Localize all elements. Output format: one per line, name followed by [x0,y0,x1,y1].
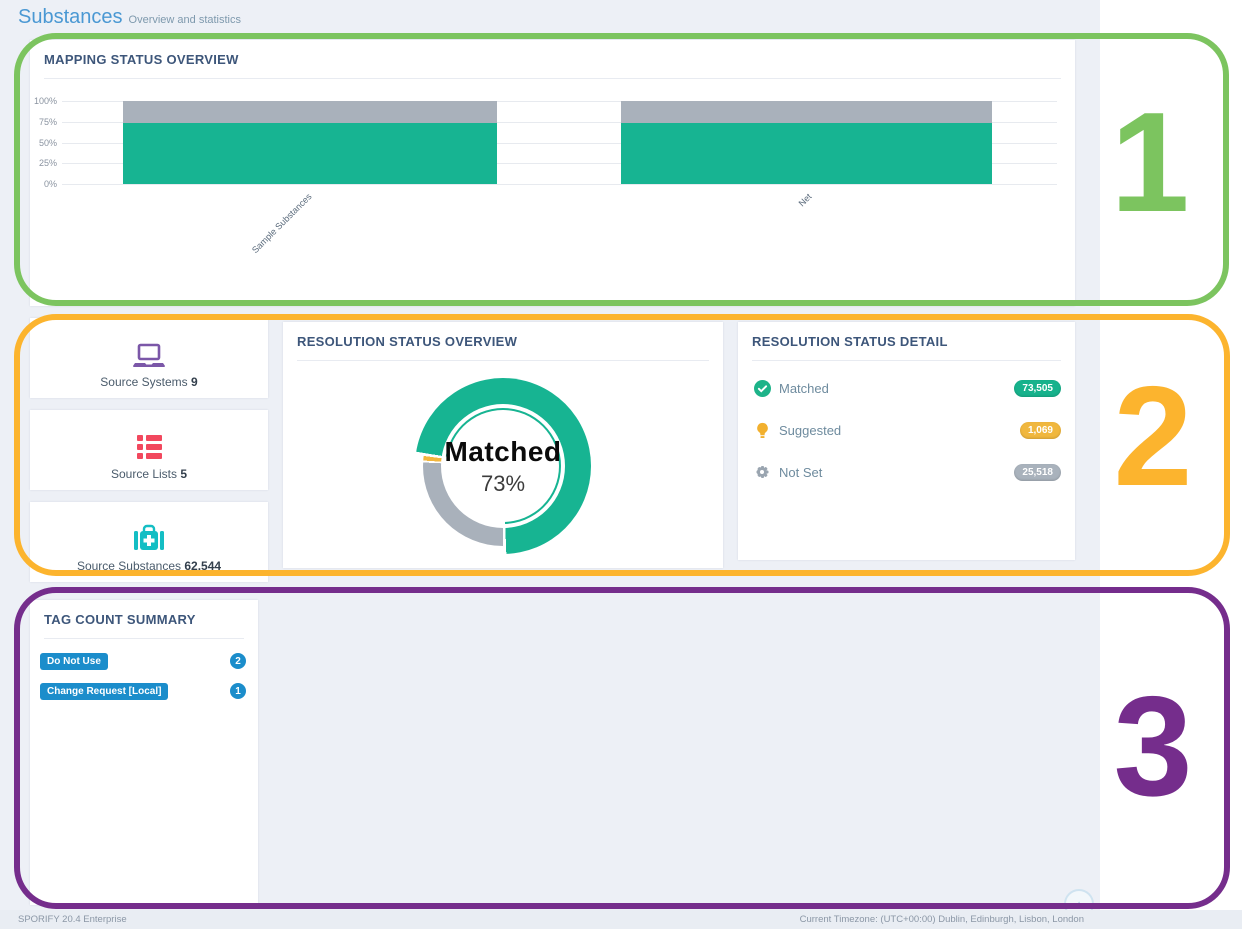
source-lists-card[interactable]: Source Lists 5 [30,410,268,490]
divider [752,360,1061,361]
do-not-use-count: 2 [230,653,246,669]
detail-row-matched: Matched 73,505 [754,378,1061,398]
resolution-status-detail-panel: RESOLUTION STATUS DETAIL Matched 73,505 … [738,322,1075,560]
donut-center-value: 73% [481,471,525,497]
resolution-detail-title: RESOLUTION STATUS DETAIL [752,334,948,349]
annotation-number-3: 3 [1098,676,1208,818]
mapping-status-panel: MAPPING STATUS OVERVIEW 100% 75% 50% 25%… [30,40,1075,306]
first-aid-kit-icon [30,502,268,554]
donut-center-text: Matched 73% [415,378,591,554]
detail-row-not-set: Not Set 25,518 [754,462,1061,482]
divider [44,638,244,639]
suggested-count-badge: 1,069 [1020,422,1061,439]
stacked-bar-net[interactable] [621,101,992,184]
detail-label: Matched [779,381,1014,396]
donut-center-label: Matched [444,436,561,468]
annotation-number-2: 2 [1098,366,1208,508]
card-label: Source Lists 5 [30,467,268,481]
page-subtitle: Overview and statistics [129,14,241,26]
substances-dashboard: Substances Overview and statistics MAPPIN… [0,0,1242,929]
divider [297,360,709,361]
resolution-status-overview-panel: RESOLUTION STATUS OVERVIEW Matched 73% [283,322,723,568]
detail-row-suggested: Suggested 1,069 [754,420,1061,440]
tag-summary-title: TAG COUNT SUMMARY [44,612,196,627]
gear-icon [754,464,771,481]
card-value: 9 [191,375,198,389]
gridline-0 [62,184,1057,185]
source-substances-card[interactable]: Source Substances 62.544 [30,502,268,582]
timezone-label: Current Timezone: (UTC+00:00) Dublin, Ed… [800,914,1084,925]
change-request-tag[interactable]: Change Request [Local] [40,683,168,700]
source-systems-card[interactable]: Source Systems 9 [30,318,268,398]
stacked-bar-sample-substances[interactable] [123,101,497,184]
footer: SPORIFY 20.4 Enterprise Current Timezone… [0,910,1242,929]
donut-chart[interactable]: Matched 73% [415,378,591,554]
laptop-icon [30,318,268,370]
x-axis-label-sample-substances: Sample Substances [250,191,314,255]
page-title: Substances [18,6,123,28]
resolution-overview-title: RESOLUTION STATUS OVERVIEW [297,334,517,349]
list-icon [30,410,268,462]
tag-count-summary-panel: TAG COUNT SUMMARY Do Not Use 2 Change Re… [30,600,258,905]
card-value: 62.544 [184,559,221,573]
divider [44,78,1061,79]
card-value: 5 [180,467,187,481]
matched-count-badge: 73,505 [1014,380,1061,397]
do-not-use-tag[interactable]: Do Not Use [40,653,108,670]
lightbulb-icon [754,422,771,439]
annotation-number-1: 1 [1095,92,1205,234]
mapping-status-title: MAPPING STATUS OVERVIEW [44,52,239,67]
card-label: Source Substances 62.544 [30,559,268,573]
check-circle-icon [754,380,771,397]
page-header: Substances Overview and statistics [18,6,241,29]
y-axis-tick-100: 100% [30,96,57,106]
app-version-label: SPORIFY 20.4 Enterprise [18,914,127,925]
detail-label: Not Set [779,465,1014,480]
card-label: Source Systems 9 [30,375,268,389]
y-axis-tick-75: 75% [30,117,57,127]
tag-row-do-not-use: Do Not Use 2 [40,652,246,670]
y-axis-tick-0: 0% [30,179,57,189]
change-request-count: 1 [230,683,246,699]
y-axis-tick-50: 50% [30,138,57,148]
y-axis-tick-25: 25% [30,158,57,168]
not-set-count-badge: 25,518 [1014,464,1061,481]
tag-row-change-request: Change Request [Local] 1 [40,682,246,700]
x-axis-label-net: Net [797,191,814,208]
detail-label: Suggested [779,423,1020,438]
